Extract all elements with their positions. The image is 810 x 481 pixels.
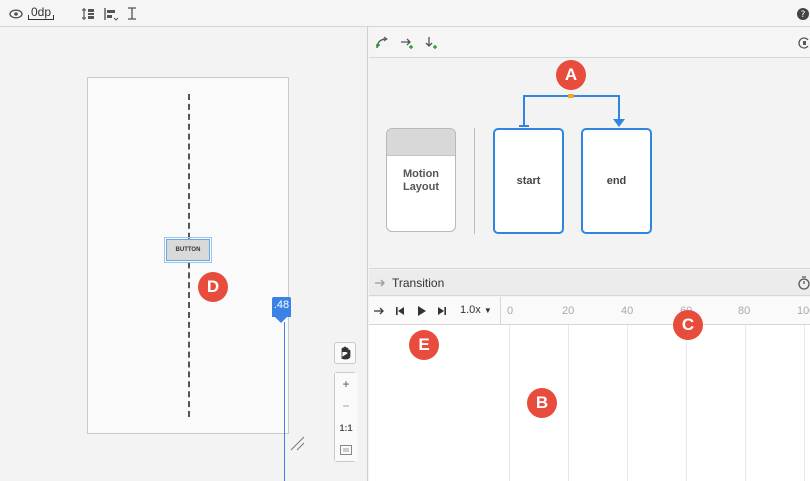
baseline-icon[interactable]	[126, 6, 138, 22]
transition-header: Transition	[369, 270, 810, 296]
playhead-line[interactable]	[284, 322, 285, 481]
transition-arrow-icon	[374, 275, 386, 291]
fit-screen-icon[interactable]	[335, 439, 357, 461]
timeline-grid-line	[568, 325, 569, 481]
resize-handle-icon[interactable]	[289, 435, 305, 451]
tick-label: 0	[507, 305, 514, 317]
align-icon[interactable]	[104, 6, 118, 22]
transition-arrow[interactable]	[369, 58, 810, 269]
create-onclick-icon[interactable]	[400, 35, 414, 51]
timeline-grid-line	[627, 325, 628, 481]
timeline-grid-line	[804, 325, 805, 481]
preview-button[interactable]: BUTTON	[164, 237, 212, 263]
jump-to-end-icon[interactable]	[436, 303, 448, 319]
design-surface[interactable]: BUTTON + − 1:1 D	[6, 27, 368, 481]
callout-c: C	[673, 310, 703, 340]
help-icon[interactable]: ?	[797, 6, 809, 22]
cycle-icon[interactable]	[798, 35, 810, 51]
motion-editor: 0dp ? BUTTON + − 1:1 D Motion Layout sta…	[0, 0, 810, 481]
design-toolbar: 0dp ?	[0, 0, 810, 27]
callout-e: E	[409, 330, 439, 360]
timeline-grid-line	[509, 325, 510, 481]
tick-label: 80	[738, 305, 751, 317]
svg-text:?: ?	[801, 10, 806, 20]
timeline-separator	[500, 297, 501, 325]
pack-icon[interactable]	[81, 6, 95, 22]
motion-graph: Motion Layout start end A	[369, 58, 810, 269]
jump-to-start-icon[interactable]	[394, 303, 406, 319]
timeline-toolbar: 1.0x ▼ 0 20 40 60 80 100	[369, 297, 810, 325]
eye-icon[interactable]	[9, 6, 23, 22]
tick-label: 20	[562, 305, 575, 317]
device-preview[interactable]: BUTTON	[87, 77, 289, 434]
transition-title: Transition	[392, 276, 445, 290]
chevron-down-icon: ▼	[483, 306, 492, 315]
zoom-group: + − 1:1	[334, 372, 357, 462]
timer-icon[interactable]	[798, 275, 810, 291]
pan-icon[interactable]	[334, 342, 356, 364]
timeline-grid-line	[745, 325, 746, 481]
playback-speed[interactable]: 1.0x ▼	[460, 304, 492, 316]
transition-direction-icon[interactable]	[373, 303, 385, 319]
callout-b: B	[527, 388, 557, 418]
play-icon[interactable]	[416, 303, 428, 319]
callout-d: D	[198, 272, 228, 302]
callout-a: A	[556, 60, 586, 90]
tick-label: 40	[621, 305, 634, 317]
motion-graph-toolbar	[369, 27, 810, 58]
zoom-actual-size-button[interactable]: 1:1	[335, 417, 357, 439]
timeline-grid-line	[686, 325, 687, 481]
playhead-handle[interactable]: .48	[272, 297, 291, 323]
zoom-out-button[interactable]: −	[335, 395, 357, 417]
default-margin-value[interactable]: 0dp	[28, 5, 55, 20]
create-transition-icon[interactable]	[375, 35, 389, 51]
create-onswipe-icon[interactable]	[424, 35, 438, 51]
zoom-controls: + − 1:1	[334, 342, 357, 462]
tick-label: 100	[797, 305, 810, 317]
zoom-in-button[interactable]: +	[335, 373, 357, 395]
timeline-area[interactable]: E B	[369, 325, 810, 481]
playback-speed-value: 1.0x	[460, 304, 481, 316]
